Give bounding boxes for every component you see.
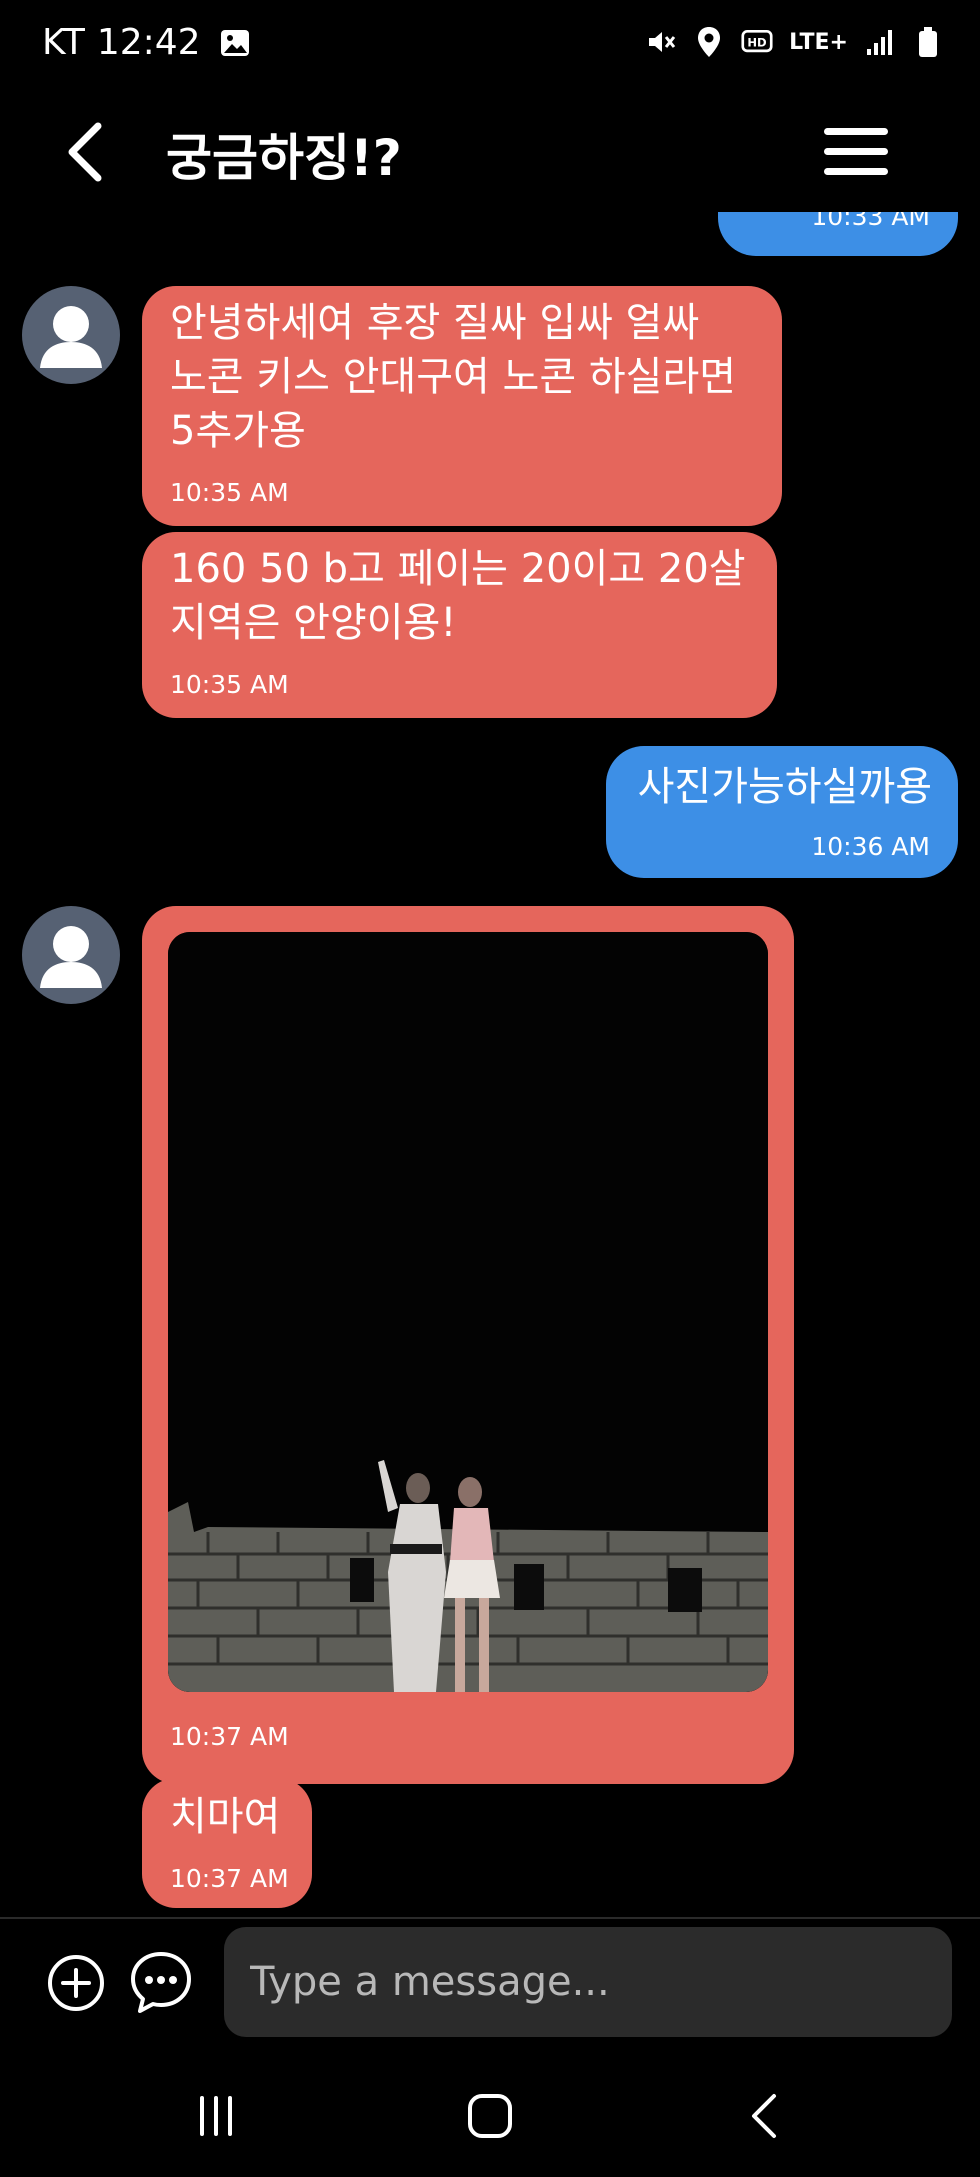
message-time: 10:37 AM [170, 1722, 289, 1751]
add-attachment-button[interactable] [46, 1953, 106, 2013]
add-circle-icon [48, 1955, 104, 2011]
status-time: 12:42 [96, 22, 201, 63]
status-carrier: KT [42, 22, 85, 63]
message-line: 160 50 b고 페이는 20이고 20살 [170, 546, 746, 592]
message-outgoing[interactable]: 10:33 AM [718, 212, 958, 256]
message-text: 치마여 [170, 1794, 281, 1840]
message-incoming-image[interactable]: 10:37 AM [142, 906, 794, 1784]
photo-image [168, 932, 768, 1692]
message-incoming[interactable]: 치마여 10:37 AM [142, 1778, 312, 1908]
chat-title: 궁금하징!? [166, 129, 402, 187]
back-button[interactable] [58, 116, 114, 188]
message-time: 10:35 AM [170, 478, 289, 507]
recent-apps-icon [200, 2096, 232, 2136]
recent-apps-button[interactable] [186, 2086, 246, 2146]
chevron-left-icon [68, 122, 102, 182]
battery-icon [912, 26, 944, 58]
default-avatar-icon [40, 926, 102, 988]
avatar[interactable] [22, 906, 120, 1004]
menu-button[interactable] [824, 128, 888, 175]
system-nav-bar [0, 2050, 980, 2177]
gallery-icon [219, 27, 251, 59]
photo-attachment[interactable] [168, 932, 768, 1692]
message-input[interactable] [224, 1927, 952, 2037]
chat-bubble-icon [131, 1952, 191, 2013]
message-line: 노콘 키스 안대구여 노콘 하실라면 [170, 354, 737, 400]
hamburger-menu-icon [824, 128, 888, 135]
lte-icon: LTE+ [789, 29, 848, 55]
vibrate-mute-icon [645, 26, 677, 58]
svg-text:HD: HD [748, 35, 767, 49]
avatar[interactable] [22, 286, 120, 384]
status-bar: KT 12:42 HD LTE+ [0, 0, 980, 92]
nav-back-button[interactable] [736, 2086, 796, 2146]
home-icon [468, 2094, 512, 2138]
message-time: 10:36 AM [811, 832, 930, 861]
back-icon [752, 2094, 776, 2138]
message-incoming[interactable]: 160 50 b고 페이는 20이고 20살 지역은 안양이용! 10:35 A… [142, 532, 777, 718]
home-button[interactable] [460, 2086, 520, 2146]
message-outgoing[interactable]: 사진가능하실까용 10:36 AM [606, 746, 958, 878]
message-incoming[interactable]: 안녕하세여 후장 질싸 입싸 얼싸 노콘 키스 안대구여 노콘 하실라면 5추가… [142, 286, 782, 526]
message-time: 10:33 AM [811, 212, 930, 231]
signal-icon [864, 26, 896, 58]
chat-header: 궁금하징!? [0, 92, 980, 212]
message-line: 안녕하세여 후장 질싸 입싸 얼싸 [170, 300, 700, 346]
message-composer [0, 1919, 980, 2049]
message-line: 지역은 안양이용! [170, 600, 457, 646]
hd-voice-icon: HD [741, 26, 773, 58]
message-line: 5추가용 [170, 408, 306, 454]
message-time: 10:35 AM [170, 670, 289, 699]
message-text: 사진가능하실까용 [637, 764, 932, 810]
quick-reply-button[interactable] [128, 1949, 194, 2015]
location-icon [693, 26, 725, 58]
message-time: 10:37 AM [170, 1864, 289, 1893]
message-list[interactable]: 10:33 AM 안녕하세여 후장 질싸 입싸 얼싸 노콘 키스 안대구여 노콘… [0, 212, 980, 1917]
default-avatar-icon [40, 306, 102, 368]
